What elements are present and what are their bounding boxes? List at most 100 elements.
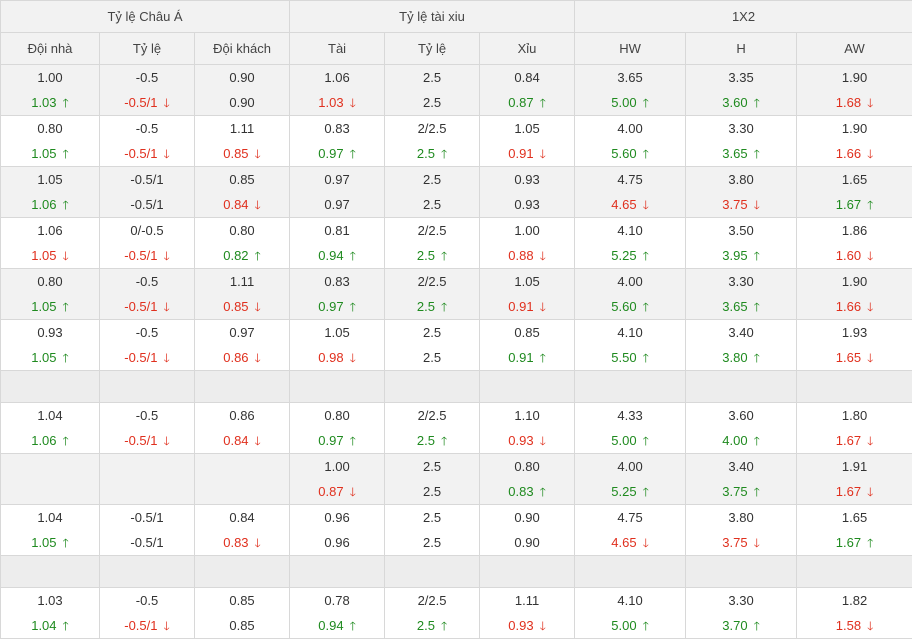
- odds-cell-home[interactable]: 1.041.06🡑: [1, 403, 100, 454]
- odds-cell-h[interactable]: 3.353.60🡑: [686, 65, 797, 116]
- odds-cell-over[interactable]: 1.000.87🡓: [290, 454, 385, 505]
- live-odds-value: 3.95: [722, 248, 747, 263]
- odds-cell-hw[interactable]: 4.754.65🡓: [575, 505, 686, 556]
- odds-cell-aw[interactable]: 1.901.68🡓: [797, 65, 912, 116]
- odds-cell-away[interactable]: 1.110.85🡓: [195, 269, 290, 320]
- arrow-down-icon: 🡓: [255, 351, 261, 365]
- odds-cell-handicap[interactable]: -0.5-0.5/1🡓: [100, 269, 195, 320]
- arrow-up-icon: 🡑: [350, 300, 356, 314]
- odds-cell-away[interactable]: 0.860.84🡓: [195, 403, 290, 454]
- odds-cell-home[interactable]: 0.801.05🡑: [1, 269, 100, 320]
- odds-cell-ou-line[interactable]: 2/2.52.5🡑: [385, 218, 480, 269]
- odds-cell-handicap[interactable]: -0.5/1-0.5/1: [100, 505, 195, 556]
- odds-cell-aw[interactable]: 1.821.58🡓: [797, 588, 912, 639]
- odds-cell-hw[interactable]: 3.655.00🡑: [575, 65, 686, 116]
- odds-cell-h[interactable]: 3.604.00🡑: [686, 403, 797, 454]
- odds-cell-aw[interactable]: 1.931.65🡓: [797, 320, 912, 371]
- odds-cell-home[interactable]: 1.041.05🡑: [1, 505, 100, 556]
- odds-cell-under[interactable]: 1.100.93🡓: [480, 403, 575, 454]
- odds-cell-aw[interactable]: 1.651.67🡑: [797, 167, 912, 218]
- odds-cell-h[interactable]: 3.403.75🡑: [686, 454, 797, 505]
- odds-cell-under[interactable]: 0.930.93: [480, 167, 575, 218]
- odds-cell-ou-line[interactable]: 2/2.52.5🡑: [385, 403, 480, 454]
- odds-cell-aw[interactable]: 1.651.67🡑: [797, 505, 912, 556]
- odds-cell-away[interactable]: 0.850.85: [195, 588, 290, 639]
- odds-cell-hw[interactable]: 4.005.60🡑: [575, 116, 686, 167]
- odds-cell-under[interactable]: 1.050.91🡓: [480, 116, 575, 167]
- odds-cell-away[interactable]: 1.110.85🡓: [195, 116, 290, 167]
- odds-cell-ou-line[interactable]: 2/2.52.5🡑: [385, 269, 480, 320]
- odds-cell-hw[interactable]: 4.105.00🡑: [575, 588, 686, 639]
- odds-cell-over[interactable]: 0.830.97🡑: [290, 116, 385, 167]
- odds-cell-home[interactable]: 0.931.05🡑: [1, 320, 100, 371]
- odds-cell-away[interactable]: 0.900.90: [195, 65, 290, 116]
- separator-cell: [686, 556, 797, 588]
- odds-cell-home[interactable]: 1.001.03🡑: [1, 65, 100, 116]
- odds-cell-aw[interactable]: 1.901.66🡓: [797, 269, 912, 320]
- odds-cell-under[interactable]: 1.000.88🡓: [480, 218, 575, 269]
- odds-cell-ou-line[interactable]: 2/2.52.5🡑: [385, 588, 480, 639]
- odds-cell-ou-line[interactable]: 2.52.5: [385, 320, 480, 371]
- odds-cell-under[interactable]: 0.900.90: [480, 505, 575, 556]
- odds-cell-over[interactable]: 0.960.96: [290, 505, 385, 556]
- odds-cell-over[interactable]: 0.780.94🡑: [290, 588, 385, 639]
- arrow-up-icon: 🡑: [754, 351, 760, 365]
- odds-cell-over[interactable]: 0.830.97🡑: [290, 269, 385, 320]
- arrow-up-icon: 🡑: [754, 249, 760, 263]
- odds-cell-ou-line[interactable]: 2.52.5: [385, 454, 480, 505]
- odds-cell-home[interactable]: 0.801.05🡑: [1, 116, 100, 167]
- odds-cell-ou-line[interactable]: 2/2.52.5🡑: [385, 116, 480, 167]
- odds-cell-h[interactable]: 3.803.75🡓: [686, 167, 797, 218]
- odds-cell-home[interactable]: 1.061.05🡓: [1, 218, 100, 269]
- odds-cell-handicap[interactable]: -0.5/1-0.5/1: [100, 167, 195, 218]
- odds-cell-hw[interactable]: 4.754.65🡓: [575, 167, 686, 218]
- live-odds: 2.5🡑: [385, 294, 479, 319]
- odds-cell-home[interactable]: [1, 454, 100, 505]
- odds-cell-over[interactable]: 0.970.97: [290, 167, 385, 218]
- live-odds-value: 0.97: [318, 299, 343, 314]
- odds-cell-hw[interactable]: 4.105.25🡑: [575, 218, 686, 269]
- odds-cell-h[interactable]: 3.303.65🡑: [686, 116, 797, 167]
- odds-cell-home[interactable]: 1.051.06🡑: [1, 167, 100, 218]
- odds-cell-h[interactable]: 3.403.80🡑: [686, 320, 797, 371]
- odds-cell-aw[interactable]: 1.901.66🡓: [797, 116, 912, 167]
- odds-cell-away[interactable]: [195, 454, 290, 505]
- odds-cell-h[interactable]: 3.503.95🡑: [686, 218, 797, 269]
- odds-cell-home[interactable]: 1.031.04🡑: [1, 588, 100, 639]
- odds-cell-under[interactable]: 0.840.87🡑: [480, 65, 575, 116]
- odds-cell-handicap[interactable]: -0.5-0.5/1🡓: [100, 403, 195, 454]
- odds-cell-over[interactable]: 0.810.94🡑: [290, 218, 385, 269]
- odds-cell-handicap[interactable]: -0.5-0.5/1🡓: [100, 65, 195, 116]
- odds-cell-handicap[interactable]: 0/-0.5-0.5/1🡓: [100, 218, 195, 269]
- odds-cell-ou-line[interactable]: 2.52.5: [385, 505, 480, 556]
- odds-cell-ou-line[interactable]: 2.52.5: [385, 167, 480, 218]
- odds-cell-away[interactable]: 0.800.82🡑: [195, 218, 290, 269]
- odds-cell-hw[interactable]: 4.105.50🡑: [575, 320, 686, 371]
- odds-cell-away[interactable]: 0.970.86🡓: [195, 320, 290, 371]
- odds-cell-handicap[interactable]: -0.5-0.5/1🡓: [100, 320, 195, 371]
- odds-cell-under[interactable]: 0.800.83🡑: [480, 454, 575, 505]
- odds-cell-away[interactable]: 0.850.84🡓: [195, 167, 290, 218]
- odds-cell-aw[interactable]: 1.861.60🡓: [797, 218, 912, 269]
- odds-cell-h[interactable]: 3.303.65🡑: [686, 269, 797, 320]
- odds-cell-over[interactable]: 1.050.98🡓: [290, 320, 385, 371]
- odds-cell-hw[interactable]: 4.335.00🡑: [575, 403, 686, 454]
- odds-cell-aw[interactable]: 1.801.67🡓: [797, 403, 912, 454]
- odds-cell-hw[interactable]: 4.005.25🡑: [575, 454, 686, 505]
- live-odds-value: 1.04: [31, 618, 56, 633]
- odds-cell-over[interactable]: 1.061.03🡓: [290, 65, 385, 116]
- odds-cell-over[interactable]: 0.800.97🡑: [290, 403, 385, 454]
- odds-cell-under[interactable]: 1.050.91🡓: [480, 269, 575, 320]
- odds-cell-ou-line[interactable]: 2.52.5: [385, 65, 480, 116]
- odds-cell-handicap[interactable]: -0.5-0.5/1🡓: [100, 588, 195, 639]
- odds-cell-hw[interactable]: 4.005.60🡑: [575, 269, 686, 320]
- odds-cell-away[interactable]: 0.840.83🡓: [195, 505, 290, 556]
- odds-cell-h[interactable]: 3.303.70🡑: [686, 588, 797, 639]
- odds-cell-handicap[interactable]: -0.5-0.5/1🡓: [100, 116, 195, 167]
- odds-cell-handicap[interactable]: [100, 454, 195, 505]
- odds-cell-under[interactable]: 1.110.93🡓: [480, 588, 575, 639]
- odds-cell-under[interactable]: 0.850.91🡑: [480, 320, 575, 371]
- odds-cell-h[interactable]: 3.803.75🡓: [686, 505, 797, 556]
- odds-cell-aw[interactable]: 1.911.67🡓: [797, 454, 912, 505]
- live-odds-value: 2.5: [423, 95, 441, 110]
